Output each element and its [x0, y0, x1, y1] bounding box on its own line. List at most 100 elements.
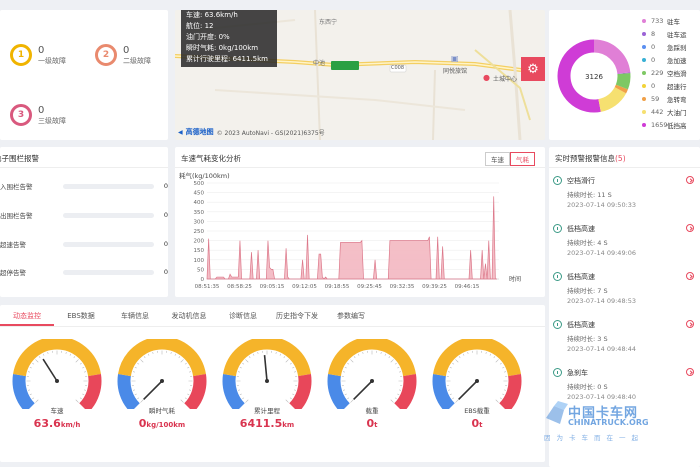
legend-value: 8: [651, 30, 656, 38]
vehicle-map[interactable]: 东西宁 中池 C008 ▣ 同悦旅馆 ● 土城中心 车速: 63.6km/h 航…: [175, 10, 545, 140]
alarm-type-icon: [553, 368, 562, 377]
legend-name: 驻车运: [667, 31, 687, 39]
gauge-tick: [275, 351, 277, 354]
monitor-tab-1[interactable]: EBS数据: [54, 305, 108, 326]
gauge-tick: [285, 399, 289, 403]
map-label-zhongchi: 中池: [313, 60, 326, 67]
gauge-needle: [143, 380, 163, 400]
monitor-tab-4[interactable]: 诊断信息: [216, 305, 270, 326]
legend-item[interactable]: 1659 低挡高: [642, 120, 687, 130]
alarm-duration: 持续时长: 4 S: [567, 239, 608, 247]
map-label-village: 东西宁: [319, 19, 338, 26]
gauge-tick: [73, 356, 76, 359]
gauge-tick: [47, 351, 49, 354]
gauge-band-1: [13, 336, 101, 377]
x-tick-label: 09:46:15: [455, 284, 480, 290]
chevron-right-icon[interactable]: [686, 320, 694, 328]
alarm-item[interactable]: 低档高速 持续时长: 7 S 2023-07-14 09:48:53: [549, 269, 700, 317]
fence-row-enter[interactable]: 入围栏告警 0: [0, 180, 168, 192]
alarm-item[interactable]: 低档高速 持续时长: 4 S 2023-07-14 09:49:06: [549, 221, 700, 269]
fault-level-1[interactable]: 1 0 一级故障: [10, 44, 66, 66]
fault-level-1-icon: 1: [10, 44, 32, 66]
divider: [0, 167, 168, 168]
gauge-tick: [294, 389, 297, 391]
gauge-band-0: [432, 374, 456, 413]
gauge-tick: [447, 371, 450, 373]
chevron-right-icon[interactable]: [686, 368, 694, 376]
gauge-tick: [342, 371, 345, 373]
gauge-tick: [82, 393, 85, 396]
legend-item[interactable]: 0 超速行: [642, 81, 687, 91]
alarm-item[interactable]: 空档滑行 持续时长: 11 S 2023-07-14 09:50:33: [549, 173, 700, 221]
gauge-tick: [75, 399, 79, 403]
donut-slice-0[interactable]: [593, 39, 631, 75]
y-tick-label: 400: [194, 200, 205, 206]
legend-value: 0: [651, 82, 656, 90]
monitor-tab-6[interactable]: 参数编写: [324, 305, 378, 326]
legend-dot: [642, 123, 646, 127]
gauge-band-0: [12, 374, 36, 413]
fence-row-exit[interactable]: 出围栏告警 0: [0, 209, 168, 221]
fence-row-overspeed[interactable]: 超速告警 0: [0, 238, 168, 250]
legend-item[interactable]: 59 急转弯: [642, 94, 687, 104]
monitor-tab-0[interactable]: 动态监控: [0, 305, 54, 326]
y-tick-label: 250: [194, 229, 205, 235]
tab-speed[interactable]: 车速: [485, 152, 510, 166]
gauge-tick: [342, 389, 345, 391]
gauge-tick: [134, 393, 137, 396]
map-settings-button[interactable]: ⚙: [521, 57, 545, 81]
donut-slice-7[interactable]: [597, 86, 627, 112]
alarm-type: 低档高速: [567, 273, 595, 281]
map-logo-text: 高德地图: [185, 128, 214, 136]
monitor-tab-5[interactable]: 历史指令下发: [270, 305, 324, 326]
gauge-tick: [285, 359, 289, 363]
legend-item[interactable]: 229 空档滑: [642, 68, 687, 78]
legend-item[interactable]: 0 急加速: [642, 55, 687, 65]
alarm-type-icon: [553, 224, 562, 233]
fault-level-2[interactable]: 2 0 二级故障: [95, 44, 151, 66]
gauge-tick: [502, 366, 505, 369]
tab-fuel[interactable]: 气耗: [510, 152, 535, 166]
gauge-tick: [27, 389, 30, 391]
legend-value: 229: [651, 69, 664, 77]
fault-level-3[interactable]: 3 0 三级故障: [10, 104, 66, 126]
chevron-right-icon[interactable]: [686, 176, 694, 184]
gauge-tick: [82, 366, 85, 369]
chevron-right-icon[interactable]: [686, 224, 694, 232]
monitor-tab-2[interactable]: 车辆信息: [108, 305, 162, 326]
gauge-band-2: [78, 374, 102, 413]
gauge-value: 63.6km/h: [5, 417, 109, 430]
legend-item[interactable]: 442 大油门: [642, 107, 687, 117]
gauge-label: 瞬时气耗: [149, 407, 175, 415]
tooltip-speed: 车速: 63.6km/h: [186, 11, 238, 19]
fence-row-bar: [63, 241, 154, 247]
alarm-type: 低档高速: [567, 321, 595, 329]
gauge-tick: [452, 397, 455, 400]
alarm-item[interactable]: 低档高速 持续时长: 3 S 2023-07-14 09:48:44: [549, 317, 700, 365]
legend-item[interactable]: 733 驻车: [642, 16, 680, 26]
legend-item[interactable]: 0 急踩刹: [642, 42, 687, 52]
gauge-tick: [353, 356, 356, 359]
gauge-tick: [184, 397, 187, 400]
gauge-value: 0t: [425, 417, 529, 430]
gauge-value-number: 63.6: [33, 417, 61, 430]
donut-slice-6[interactable]: [614, 84, 628, 94]
gauge-0: 车速 63.6km/h: [5, 336, 109, 439]
gauge-tick: [279, 353, 282, 356]
monitor-tab-3[interactable]: 发动机信息: [162, 305, 216, 326]
gauge-tick: [237, 389, 240, 391]
gauge-hub: [160, 379, 164, 383]
gauge-tick: [384, 353, 387, 356]
gauge-tick: [394, 362, 397, 365]
alarm-duration: 持续时长: 7 S: [567, 287, 608, 295]
watermark-sub: 因为卡车而在一起: [544, 434, 644, 442]
fence-row-overstop[interactable]: 超停告警 0: [0, 266, 168, 278]
gauge-tick: [495, 359, 499, 363]
chevron-right-icon[interactable]: [686, 272, 694, 280]
gauge-tick: [132, 389, 135, 391]
gauge-value: 0t: [320, 417, 424, 430]
donut-slice-4[interactable]: [615, 72, 631, 90]
fence-row-label: 入围栏告警: [0, 183, 33, 191]
legend-item[interactable]: 8 驻车运: [642, 29, 687, 39]
tooltip-fuel: 瞬时气耗: 0kg/100km: [186, 44, 259, 52]
